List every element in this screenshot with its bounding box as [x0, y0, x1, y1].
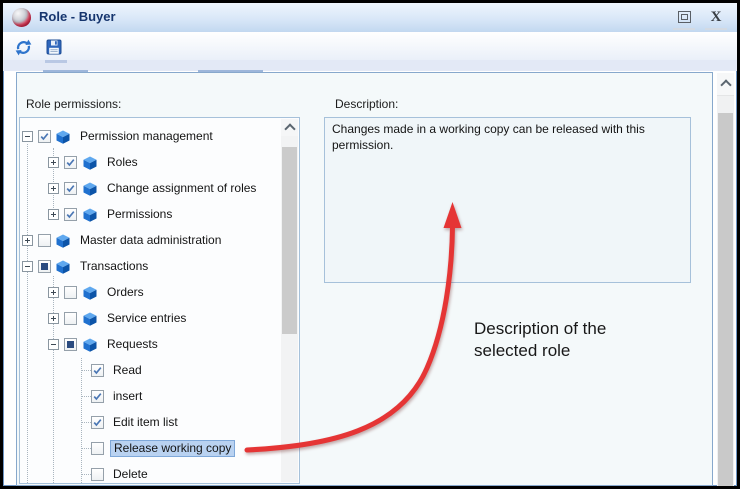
tree-connector	[81, 448, 91, 449]
checkbox-partial[interactable]	[38, 260, 51, 273]
chevron-up-icon	[284, 123, 295, 134]
tree-item-transactions[interactable]: Transactions	[20, 256, 279, 278]
tab-strip-remnant	[3, 60, 737, 71]
save-icon	[46, 39, 62, 55]
tree-connector	[81, 474, 91, 475]
expand-icon[interactable]	[48, 157, 59, 168]
save-button[interactable]	[44, 37, 64, 57]
screenshot-frame: Role - Buyer X	[0, 0, 740, 489]
maximize-icon	[678, 11, 691, 23]
permission-cube-icon	[82, 337, 98, 353]
permission-cube-icon	[82, 285, 98, 301]
refresh-icon	[15, 39, 32, 56]
checkbox-checked[interactable]	[64, 208, 77, 221]
tree-item-label[interactable]: Orders	[104, 285, 147, 300]
permission-cube-icon	[82, 311, 98, 327]
checkbox-unchecked[interactable]	[64, 312, 77, 325]
tree-item-label[interactable]: Release working copy	[110, 440, 235, 457]
tree-connector	[81, 396, 91, 397]
tab-fragment	[45, 60, 67, 63]
tree-item-release-working-copy[interactable]: Release working copy	[20, 438, 279, 460]
role-dialog-window: Role - Buyer X	[3, 3, 737, 486]
close-button[interactable]: X	[705, 7, 727, 27]
tree-item-edit-item-list[interactable]: Edit item list	[20, 412, 279, 434]
tree-item-label[interactable]: Master data administration	[77, 233, 224, 248]
permission-cube-icon	[82, 155, 98, 171]
tree-item-label[interactable]: Roles	[104, 155, 141, 170]
window-title: Role - Buyer	[39, 9, 116, 24]
expand-icon[interactable]	[48, 313, 59, 324]
tree-item-permissions[interactable]: Permissions	[20, 204, 279, 226]
description-label: Description:	[335, 97, 398, 111]
collapse-icon[interactable]	[22, 261, 33, 272]
tree-scrollbar[interactable]	[281, 119, 298, 482]
button-divider	[705, 28, 727, 30]
tree-item-label[interactable]: Service entries	[104, 311, 189, 326]
expand-icon[interactable]	[48, 209, 59, 220]
tree-item-label[interactable]: Transactions	[77, 259, 151, 274]
expand-icon[interactable]	[48, 183, 59, 194]
tree-item-requests[interactable]: Requests	[20, 334, 279, 356]
tree-item-service-entries[interactable]: Service entries	[20, 308, 279, 330]
checkbox-checked[interactable]	[91, 364, 104, 377]
permission-cube-icon	[55, 129, 71, 145]
permission-cube-icon	[82, 207, 98, 223]
collapse-icon[interactable]	[22, 131, 33, 142]
expand-icon[interactable]	[22, 235, 33, 246]
checkbox-checked[interactable]	[64, 156, 77, 169]
tree-item-label[interactable]: Edit item list	[110, 415, 181, 430]
scroll-up-button[interactable]	[281, 119, 298, 136]
checkbox-unchecked[interactable]	[64, 286, 77, 299]
checkbox-partial[interactable]	[64, 338, 77, 351]
window-scrollbar-thumb[interactable]	[718, 113, 733, 486]
app-logo-icon	[12, 8, 31, 27]
permission-cube-icon	[55, 259, 71, 275]
checkbox-checked[interactable]	[38, 130, 51, 143]
tree-item-insert[interactable]: insert	[20, 386, 279, 408]
close-icon: X	[711, 10, 722, 25]
collapse-icon[interactable]	[48, 339, 59, 350]
main-panel: Role permissions: Description: Permissio…	[16, 72, 713, 486]
permission-cube-icon	[82, 181, 98, 197]
annotation-text: Description of the selected role	[474, 318, 694, 362]
tree-item-label[interactable]: Permission management	[77, 129, 216, 144]
tree-connector	[81, 422, 91, 423]
permission-cube-icon	[55, 233, 71, 249]
checkbox-checked[interactable]	[91, 416, 104, 429]
tree-item-label[interactable]: insert	[110, 389, 145, 404]
refresh-button[interactable]	[13, 37, 33, 57]
button-divider	[673, 28, 695, 30]
tree-item-orders[interactable]: Orders	[20, 282, 279, 304]
checkbox-checked[interactable]	[91, 390, 104, 403]
tree-item-label[interactable]: Read	[110, 363, 145, 378]
tree-connector	[81, 370, 91, 371]
role-permissions-label: Role permissions:	[26, 97, 121, 111]
tree-item-label[interactable]: Permissions	[104, 207, 175, 222]
tree-item-label[interactable]: Change assignment of roles	[104, 181, 259, 196]
tree-item-delete[interactable]: Delete	[20, 464, 279, 484]
tree-item-roles[interactable]: Roles	[20, 152, 279, 174]
checkbox-unchecked[interactable]	[38, 234, 51, 247]
checkbox-checked[interactable]	[64, 182, 77, 195]
maximize-button[interactable]	[673, 7, 695, 27]
tree-item-label[interactable]: Requests	[104, 337, 161, 352]
tree-item-read[interactable]: Read	[20, 360, 279, 382]
tree-item-change-assignment-of-roles[interactable]: Change assignment of roles	[20, 178, 279, 200]
tree-item-permission-management[interactable]: Permission management	[20, 126, 279, 148]
tree-scrollbar-thumb[interactable]	[282, 147, 297, 334]
toolbar	[3, 32, 737, 61]
chevron-up-icon	[720, 79, 731, 90]
description-box[interactable]: Changes made in a working copy can be re…	[324, 117, 691, 283]
tree-item-master-data-administration[interactable]: Master data administration	[20, 230, 279, 252]
window-scrollbar[interactable]	[717, 73, 734, 486]
expand-icon[interactable]	[48, 287, 59, 298]
checkbox-unchecked[interactable]	[91, 442, 104, 455]
scroll-up-button[interactable]	[717, 73, 734, 96]
title-bar: Role - Buyer X	[3, 3, 737, 33]
role-permissions-tree[interactable]: Permission management Roles Change assignm…	[19, 117, 300, 484]
checkbox-unchecked[interactable]	[91, 468, 104, 481]
tree-item-label[interactable]: Delete	[110, 467, 151, 482]
